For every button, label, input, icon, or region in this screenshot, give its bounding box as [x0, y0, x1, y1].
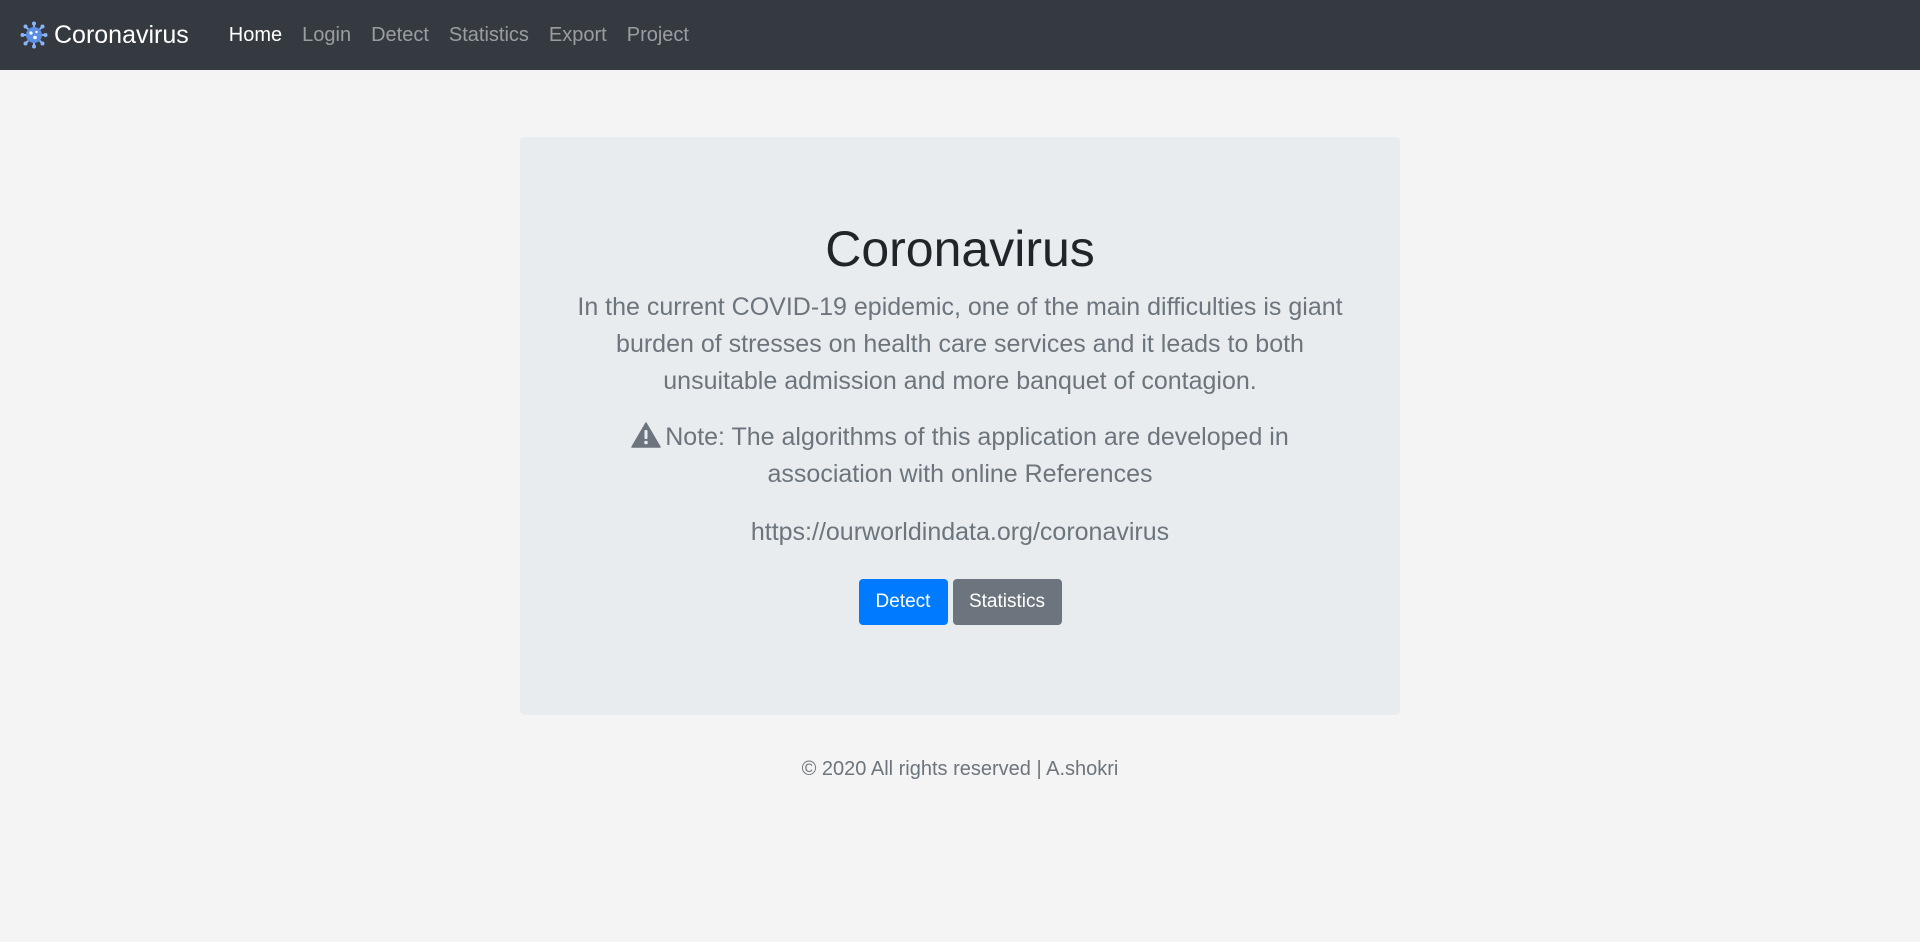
warning-icon — [631, 422, 661, 448]
top-navbar: Coronavirus Home Login Detect Statistics… — [0, 0, 1920, 70]
nav-login[interactable]: Login — [292, 24, 361, 47]
brand-link[interactable]: Coronavirus — [20, 21, 189, 50]
hero-note: Note: The algorithms of this application… — [570, 419, 1350, 493]
reference-url: https://ourworldindata.org/coronavirus — [750, 518, 1170, 546]
hero-buttons: Detect Statistics — [520, 579, 1400, 625]
nav-project[interactable]: Project — [617, 24, 699, 47]
virus-icon — [20, 21, 48, 49]
brand-name: Coronavirus — [54, 20, 189, 49]
hero-title: Coronavirus — [825, 221, 1095, 277]
nav-statistics[interactable]: Statistics — [439, 24, 539, 47]
nav-home[interactable]: Home — [219, 24, 292, 47]
hero-note-text: Note: The algorithms of this application… — [665, 423, 1289, 488]
detect-button[interactable]: Detect — [858, 579, 948, 625]
statistics-button[interactable]: Statistics — [952, 579, 1062, 625]
footer-copyright: © 2020 All rights reserved | A.shokri — [801, 758, 1119, 780]
nav-export[interactable]: Export — [539, 24, 617, 47]
hero-lead: In the current COVID-19 epidemic, one of… — [577, 293, 1343, 395]
nav-detect[interactable]: Detect — [361, 24, 439, 47]
nav-links: Home Login Detect Statistics Export Proj… — [219, 24, 699, 47]
